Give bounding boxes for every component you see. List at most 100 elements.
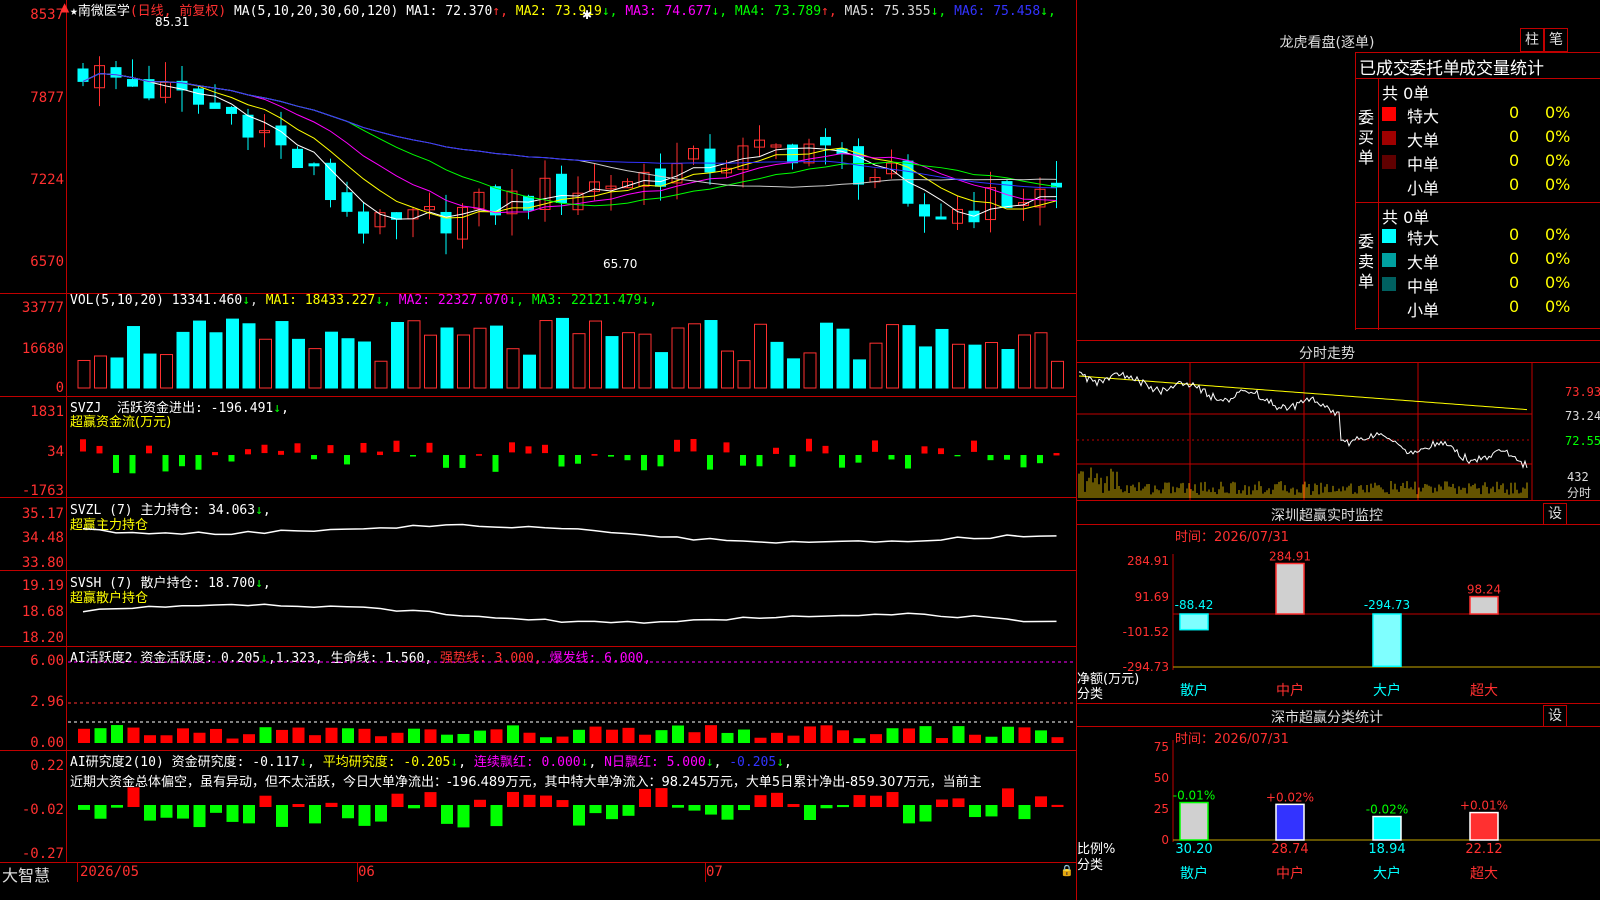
order-color-swatch: [1382, 131, 1396, 145]
activity-bar: [424, 729, 437, 743]
monitor-category-label: 散户: [1180, 682, 1208, 699]
candle: [275, 125, 287, 146]
volume-bar: [539, 320, 553, 389]
activity-bar: [672, 725, 684, 743]
stats-setting-button[interactable]: 设: [1543, 705, 1567, 727]
order-count: 0: [1509, 249, 1520, 268]
money-flow-bar: [311, 455, 317, 460]
money-flow-bar: [1053, 453, 1060, 456]
candle: [127, 79, 138, 87]
stats-y-label: 75: [1154, 740, 1169, 754]
candle: [556, 173, 567, 203]
money-flow-bar: [410, 455, 416, 457]
research-bar: [408, 805, 420, 809]
activity-bar: [127, 727, 140, 743]
stats-bar: [1469, 811, 1499, 841]
activity-bar: [886, 728, 899, 743]
tab-filled[interactable]: 已成交: [1359, 54, 1410, 79]
money-flow-bar: [921, 446, 928, 454]
tab-orders[interactable]: 委托单: [1409, 54, 1460, 79]
intraday-chart[interactable]: [1077, 362, 1600, 500]
money-flow-bar: [195, 455, 202, 470]
order-color-swatch: [1382, 277, 1396, 291]
volume-bar: [721, 350, 734, 389]
research-bar: [391, 793, 404, 807]
stroke-mode-button[interactable]: 笔: [1544, 28, 1568, 52]
volume-bar: [737, 360, 751, 389]
money-flow-bar: [212, 452, 218, 456]
research-bar: [127, 787, 140, 807]
stats-category-label: 超大: [1470, 866, 1498, 882]
tab-volume-stats[interactable]: 成交量统计: [1459, 54, 1600, 79]
money-flow-bar: [377, 451, 383, 456]
research-bar: [787, 804, 800, 807]
order-pct: 0%: [1545, 225, 1571, 244]
volume-bar: [160, 354, 173, 389]
research-bar: [985, 805, 998, 817]
kline-canvas[interactable]: 85.31 65.70: [0, 0, 1077, 900]
research-bar: [309, 805, 321, 824]
monitor-bar: [1275, 562, 1305, 615]
money-flow-bar: [756, 455, 763, 467]
order-pct: 0%: [1545, 297, 1571, 316]
activity-bar: [1002, 726, 1014, 743]
research-bar: [358, 805, 371, 826]
stats-category-label: 大户: [1373, 865, 1401, 882]
activity-bar: [94, 728, 107, 743]
volume-bar: [605, 336, 619, 389]
activity-bar: [523, 732, 536, 743]
research-bar: [243, 805, 255, 824]
research-bar: [523, 794, 536, 807]
activity-bar: [193, 732, 206, 743]
activity-bar: [226, 738, 239, 743]
volume-bar: [572, 333, 586, 389]
volume-bar: [952, 343, 965, 389]
stats-bar: [1179, 801, 1209, 841]
volume-bar: [407, 320, 421, 389]
stats-chart[interactable]: 75 50 25 0 -0.01% 30.20 散户 +0.02% 28.74 中户 -0.02% 1…: [1077, 726, 1600, 900]
research-bar: [1002, 788, 1014, 807]
bar-mode-button[interactable]: 柱: [1520, 28, 1544, 52]
stats-y-label: 25: [1154, 802, 1169, 816]
activity-bar: [705, 725, 717, 743]
volume-bar: [968, 344, 982, 389]
kline-chart-area[interactable]: ★南微医学(日线, 前复权) MA(5,10,20,30,60,120) MA1…: [0, 0, 1077, 900]
monitor-setting-button[interactable]: 设: [1543, 503, 1567, 525]
activity-bar: [804, 726, 816, 743]
activity-bar: [1018, 727, 1031, 743]
order-name: 特大: [1407, 107, 1440, 126]
monitor-value-label: -294.73: [1364, 598, 1410, 612]
volume-bar: [358, 341, 371, 389]
volume-bar: [473, 327, 487, 389]
retail-position-line: [82, 603, 1057, 624]
activity-bar: [870, 734, 882, 743]
monitor-bar: [1469, 595, 1499, 615]
stats-value-label: 22.12: [1465, 842, 1502, 857]
stats-value-label: 18.94: [1368, 842, 1405, 857]
money-flow-bar: [1004, 455, 1010, 460]
money-flow-bar: [146, 445, 152, 454]
order-pct: 0%: [1545, 249, 1571, 268]
intraday-price-line: [1078, 371, 1528, 469]
monitor-category-label: 超大: [1470, 683, 1498, 699]
order-color-swatch: [1382, 107, 1396, 121]
volume-bar: [886, 324, 899, 389]
activity-bar: [754, 737, 767, 743]
money-flow-bar: [674, 439, 680, 452]
candle: [704, 148, 716, 173]
money-flow-bar: [509, 442, 515, 453]
monitor-title: 深圳超赢实时监控: [1271, 508, 1383, 524]
low-price-label: 65.70: [603, 257, 637, 271]
monitor-chart[interactable]: 284.91 91.69 -101.52 -294.73 -88.42 散户 284.91 中…: [1077, 524, 1600, 702]
activity-bar: [243, 734, 255, 743]
research-bar: [177, 805, 189, 819]
money-flow-bar: [641, 455, 647, 471]
activity-bar: [622, 727, 635, 743]
monitor-y-label: -294.73: [1123, 660, 1169, 674]
research-bar: [276, 805, 288, 827]
volume-bar: [374, 360, 388, 389]
candle: [209, 102, 221, 109]
research-bar: [672, 805, 684, 808]
money-flow-bar: [278, 450, 284, 455]
research-bar: [919, 805, 932, 822]
